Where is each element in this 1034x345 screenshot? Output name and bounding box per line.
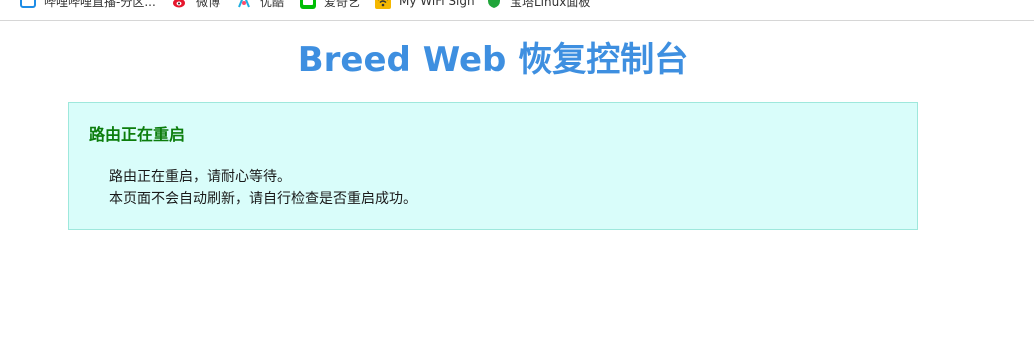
bookmark-bilibili[interactable]: 哔哩哔哩直播-分区... [20,0,156,11]
wifi-icon [375,0,391,9]
shield-icon [486,0,502,9]
bookmark-weibo[interactable]: 微博 [172,0,220,11]
bookmark-label: 优酷 [260,0,285,9]
bookmark-label: My WiFi Sign [399,0,475,8]
reboot-message-panel: 路由正在重启 路由正在重启，请耐心等待。 本页面不会自动刷新，请自行检查是否重启… [68,102,918,230]
iqiyi-icon [300,0,316,9]
bookmark-label: 微博 [196,0,221,9]
message-line-no-refresh: 本页面不会自动刷新，请自行检查是否重启成功。 [109,191,417,207]
page-title: Breed Web 恢复控制台 [297,40,689,80]
bookmark-iqiyi[interactable]: 爱奇艺 [300,0,360,11]
weibo-icon [172,0,188,9]
bookmark-my-wifi-sign[interactable]: My WiFi Sign [375,0,475,11]
bookmark-label: 哔哩哔哩直播-分区... [44,0,156,9]
bookmark-label: 爱奇艺 [324,0,361,9]
message-line-waiting: 路由正在重启，请耐心等待。 [109,169,291,185]
bookmark-baota-panel[interactable]: 宝塔Linux面板 [486,0,590,11]
bookmark-youku[interactable]: 优酷 [236,0,284,11]
bookmarks-bar: 哔哩哔哩直播-分区... 微博 优酷 爱奇艺 My WiFi Sign 宝塔Li… [0,0,1034,21]
bookmark-label: 宝塔Linux面板 [510,0,591,9]
panel-heading: 路由正在重启 [89,125,186,144]
youku-icon [236,0,252,9]
bilibili-tv-icon [20,0,36,9]
